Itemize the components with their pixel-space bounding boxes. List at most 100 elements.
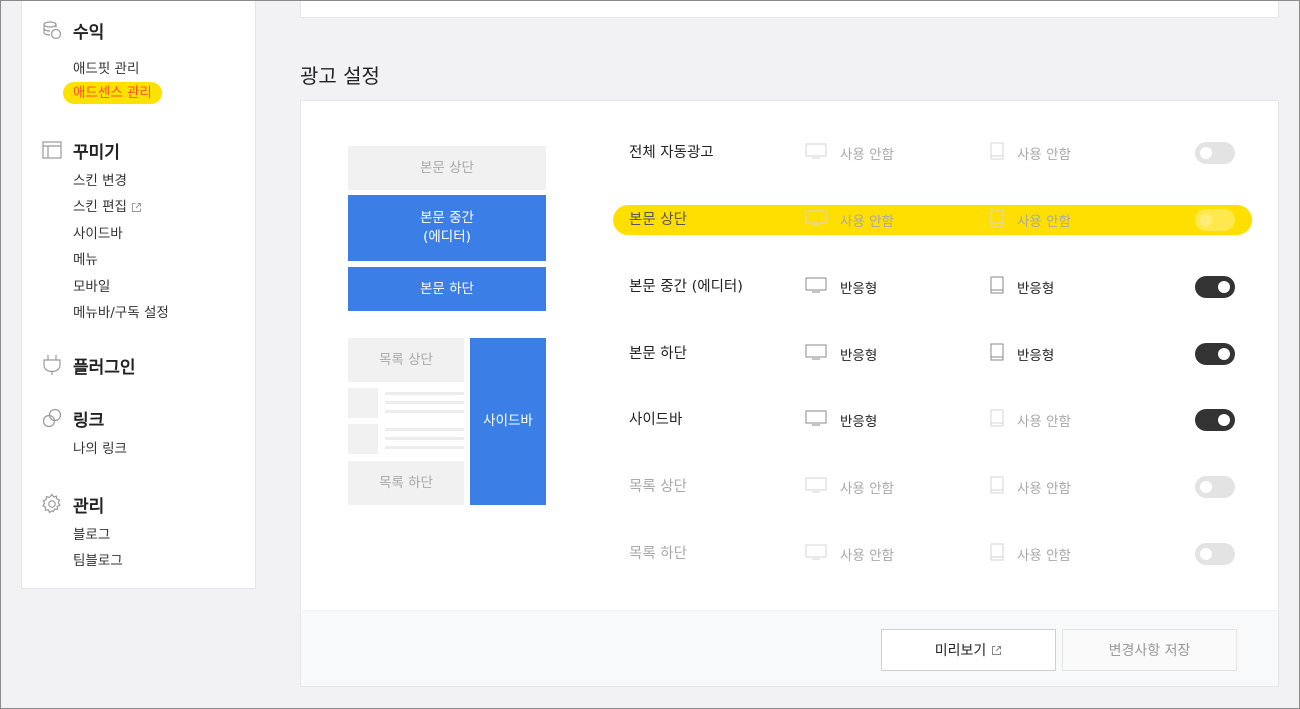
preview-button-label: 미리보기 (934, 643, 987, 659)
mobile-setting[interactable]: 사용 안함 (990, 203, 1071, 237)
toggle-knob (1200, 481, 1212, 493)
sidebar-item-label: 스킨 편집 (73, 199, 127, 216)
sidebar-section-title: 링크 (73, 410, 105, 431)
mobile-setting-value: 사용 안함 (1017, 548, 1071, 564)
previous-card (300, 0, 1279, 18)
ad-toggle-switch[interactable] (1195, 476, 1235, 498)
monitor-icon (805, 477, 840, 497)
sidebar-item-my-link[interactable]: 나의 링크 (73, 436, 255, 462)
row-label: 목록 하단 (629, 546, 687, 562)
row-label: 본문 중간 (에디터) (629, 279, 743, 295)
mobile-setting[interactable]: 사용 안함 (990, 537, 1071, 571)
plug-icon (41, 354, 63, 376)
sidebar-item-sidebar[interactable]: 사이드바 (73, 221, 255, 247)
mobile-setting-value: 반응형 (1017, 281, 1055, 297)
diagram-line (385, 446, 464, 449)
monitor-icon (805, 210, 840, 230)
pc-setting-value: 사용 안함 (840, 548, 894, 564)
monitor-icon (805, 344, 840, 364)
sidebar-item-skin-change[interactable]: 스킨 변경 (73, 168, 255, 194)
sidebar-section-link: 링크 나의 링크 (22, 406, 255, 462)
ad-setting-row: 본문 상단 사용 안함 사용 안함 (301, 203, 1278, 237)
sidebar-item-skin-edit[interactable]: 스킨 편집 (73, 194, 255, 220)
save-changes-button[interactable]: 변경사항 저장 (1062, 629, 1237, 671)
mobile-setting[interactable]: 사용 안함 (990, 136, 1071, 170)
toggle-knob (1218, 348, 1230, 360)
mobile-setting-value: 사용 안함 (1017, 481, 1071, 497)
phone-icon (990, 476, 1017, 498)
sidebar-section-revenue: 수익 애드핏 관리 애드센스 관리 (22, 18, 255, 105)
phone-icon (990, 543, 1017, 565)
external-link-icon (131, 203, 141, 213)
pc-setting[interactable]: 사용 안함 (805, 203, 894, 237)
toggle-knob (1200, 214, 1212, 226)
mobile-setting[interactable]: 사용 안함 (990, 403, 1071, 437)
sidebar-section-title: 수익 (73, 22, 105, 43)
phone-icon (990, 409, 1017, 431)
ad-setting-row: 목록 하단 사용 안함 사용 안함 (301, 537, 1278, 571)
diagram-line (385, 437, 464, 440)
sidebar-item-menubar[interactable]: 메뉴바/구독 설정 (73, 300, 255, 326)
settings-sidebar: 수익 애드핏 관리 애드센스 관리 꾸미기 스킨 변경 스킨 편집 사이드바 메… (21, 0, 256, 589)
sidebar-item-blog[interactable]: 블로그 (73, 522, 255, 548)
layout-icon (41, 139, 63, 161)
phone-icon (990, 343, 1017, 365)
pc-setting-value: 사용 안함 (840, 481, 894, 497)
monitor-icon (805, 544, 840, 564)
preview-button[interactable]: 미리보기 (881, 629, 1056, 671)
external-link-icon (992, 645, 1002, 655)
phone-icon (990, 142, 1017, 164)
mobile-setting[interactable]: 사용 안함 (990, 470, 1071, 504)
ad-toggle-switch[interactable] (1195, 409, 1235, 431)
mobile-setting-value: 반응형 (1017, 348, 1055, 364)
pc-setting[interactable]: 반응형 (805, 270, 877, 304)
ad-toggle-switch[interactable] (1195, 276, 1235, 298)
link-icon (41, 407, 63, 429)
page-title: 광고 설정 (300, 64, 380, 88)
pc-setting-value: 반응형 (840, 348, 878, 364)
ad-setting-row: 본문 하단 반응형 반응형 (301, 337, 1278, 371)
ad-toggle-switch[interactable] (1195, 543, 1235, 565)
mobile-setting-value: 사용 안함 (1017, 414, 1071, 430)
monitor-icon (805, 410, 840, 430)
pc-setting[interactable]: 사용 안함 (805, 470, 894, 504)
toggle-knob (1200, 548, 1212, 560)
toggle-knob (1218, 414, 1230, 426)
gear-icon (41, 493, 63, 515)
pc-setting[interactable]: 반응형 (805, 337, 877, 371)
row-label: 전체 자동광고 (629, 145, 714, 161)
mobile-setting[interactable]: 반응형 (990, 270, 1054, 304)
sidebar-item-adfit[interactable]: 애드핏 관리 (73, 56, 255, 82)
sidebar-section-manage: 관리 블로그 팀블로그 (22, 492, 255, 575)
sidebar-item-mobile[interactable]: 모바일 (73, 274, 255, 300)
diagram-line (385, 392, 464, 395)
ad-settings-card: 본문 상단 본문 중간 (에디터) 본문 하단 목록 상단 목록 하단 사이드바… (300, 100, 1279, 687)
ad-setting-row: 본문 중간 (에디터) 반응형 반응형 (301, 270, 1278, 304)
sidebar-section-plugin: 플러그인 (22, 353, 255, 378)
sidebar-item-menu[interactable]: 메뉴 (73, 247, 255, 273)
pc-setting[interactable]: 사용 안함 (805, 136, 894, 170)
mobile-setting[interactable]: 반응형 (990, 337, 1054, 371)
pc-setting-value: 사용 안함 (840, 214, 894, 230)
sidebar-section-title[interactable]: 플러그인 (73, 353, 136, 378)
sidebar-item-adsense[interactable]: 애드센스 관리 (63, 82, 162, 105)
coins-icon (41, 19, 63, 41)
row-label: 사이드바 (629, 412, 683, 428)
sidebar-section-title: 관리 (73, 496, 105, 517)
ad-toggle-switch[interactable] (1195, 142, 1235, 164)
row-label: 목록 상단 (629, 479, 687, 495)
ad-setting-row: 목록 상단 사용 안함 사용 안함 (301, 470, 1278, 504)
ad-setting-row: 사이드바 반응형 사용 안함 (301, 403, 1278, 437)
row-label: 본문 하단 (629, 346, 687, 362)
pc-setting-value: 반응형 (840, 281, 878, 297)
sidebar-item-team-blog[interactable]: 팀블로그 (73, 548, 255, 574)
ad-toggle-switch[interactable] (1195, 209, 1235, 231)
ad-toggle-switch[interactable] (1195, 343, 1235, 365)
mobile-setting-value: 사용 안함 (1017, 214, 1071, 230)
ad-setting-row: 전체 자동광고 사용 안함 사용 안함 (301, 136, 1278, 170)
mobile-setting-value: 사용 안함 (1017, 147, 1071, 163)
phone-icon (990, 276, 1017, 298)
pc-setting[interactable]: 사용 안함 (805, 537, 894, 571)
pc-setting[interactable]: 반응형 (805, 403, 877, 437)
monitor-icon (805, 277, 840, 297)
